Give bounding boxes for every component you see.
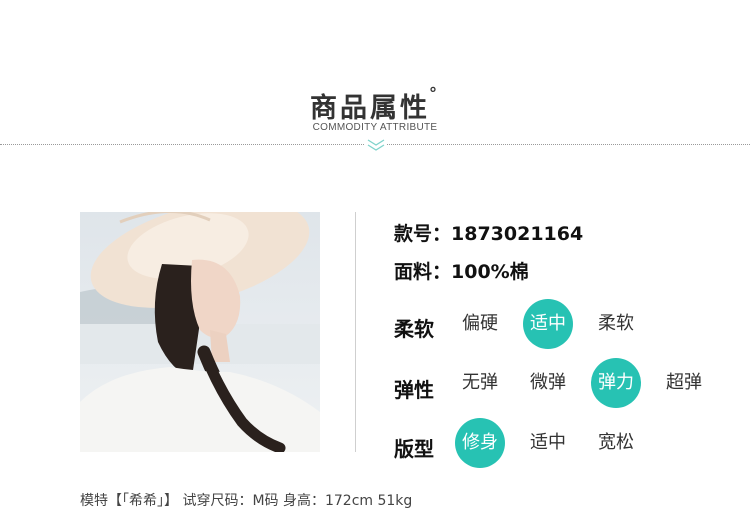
softness-option-hard: 偏硬	[462, 313, 498, 334]
fabric-info: 面料：100%棉	[394, 257, 529, 284]
page-title-text: 商品属性	[310, 93, 430, 124]
fabric-value: 100%棉	[451, 261, 529, 283]
elasticity-option-slight: 微弹	[530, 372, 566, 393]
attribute-label-fit: 版型	[394, 437, 434, 461]
fit-option-loose: 宽松	[598, 432, 634, 453]
chevron-down-icon	[365, 138, 387, 154]
vertical-divider	[355, 212, 356, 452]
softness-option-soft: 柔软	[598, 313, 634, 334]
elasticity-option-stretch-selected: 弹力	[591, 358, 641, 408]
model-photo	[80, 212, 320, 452]
elasticity-option-none: 无弹	[462, 372, 498, 393]
elasticity-option-super: 超弹	[666, 372, 702, 393]
style-number-label: 款号：	[394, 223, 452, 245]
attribute-label-softness: 柔软	[394, 317, 434, 341]
page-subtitle: COMMODITY ATTRIBUTE	[312, 122, 438, 133]
softness-option-medium-selected: 适中	[523, 299, 573, 349]
attribute-label-elasticity: 弹性	[394, 378, 434, 402]
style-number: 款号：1873021164	[394, 219, 583, 246]
fit-option-slim-selected: 修身	[455, 418, 505, 468]
fit-option-regular: 适中	[530, 432, 566, 453]
page-title: 商品属性°	[0, 84, 750, 125]
title-mark: °	[429, 84, 440, 103]
fabric-label: 面料：	[394, 261, 452, 283]
model-size-note: 模特【「希希」】 试穿尺码：M码 身高：172cm 51kg	[80, 493, 413, 509]
style-number-value: 1873021164	[451, 223, 584, 245]
